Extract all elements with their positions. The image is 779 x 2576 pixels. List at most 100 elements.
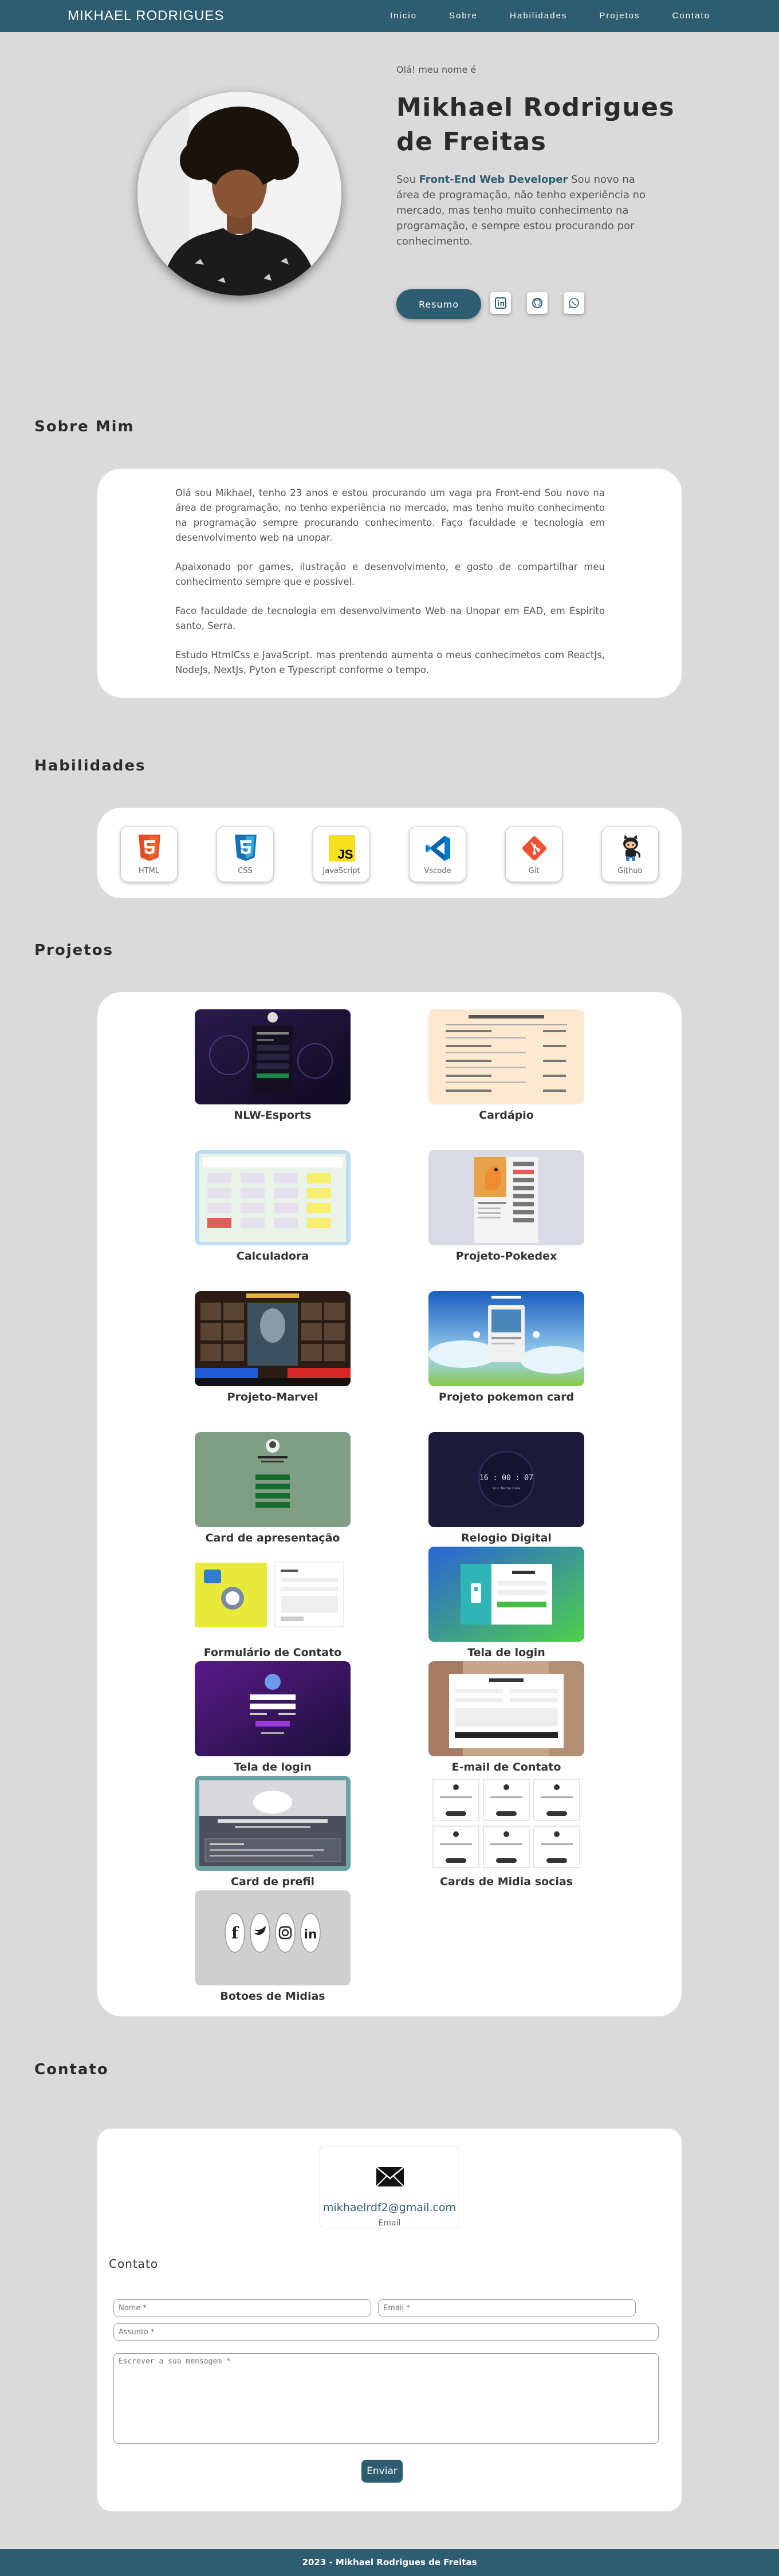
hero-greeting: Olá! meu nome é bbox=[396, 64, 477, 75]
project-thumbnail bbox=[428, 1547, 584, 1642]
svg-text:JS: JS bbox=[338, 847, 353, 862]
about-paragraph: Estudo HtmlCss e JavaScript. mas prenten… bbox=[175, 650, 605, 675]
project-thumbnail bbox=[428, 1661, 584, 1756]
linkedin-icon bbox=[495, 297, 506, 309]
skill-git[interactable]: Git bbox=[505, 826, 562, 882]
project-thumbnail: 16 : 00 : 07 Your Name Here bbox=[428, 1432, 584, 1527]
about-card: Olá sou Mikhael, tenho 23 anos e estou p… bbox=[97, 469, 682, 698]
skill-html[interactable]: HTML bbox=[120, 826, 178, 882]
email-card[interactable]: mikhaelrdf2@gmail.com Email bbox=[320, 2146, 459, 2228]
nav-link-sobre[interactable]: Sobre bbox=[449, 11, 478, 21]
skill-css[interactable]: CSS bbox=[217, 826, 274, 882]
footer: 2023 - Mikhael Rodrigues de Freitas bbox=[0, 2549, 779, 2576]
contact-email-label: Email bbox=[378, 2219, 401, 2228]
send-button[interactable]: Enviar bbox=[361, 2460, 403, 2483]
github-octocat-icon bbox=[623, 835, 640, 861]
skill-label: Github bbox=[617, 867, 643, 875]
project-thumbnail bbox=[428, 1009, 584, 1104]
top-navbar: MIKHAEL RODRIGUES Inicio Sobre Habilidad… bbox=[0, 0, 779, 32]
project-card-pokedex[interactable]: Projeto-Pokedex bbox=[428, 1150, 584, 1263]
resume-button[interactable]: Resumo bbox=[396, 289, 481, 319]
contact-title: Contato bbox=[34, 2061, 109, 2078]
project-title: Projeto-Pokedex bbox=[455, 1250, 557, 1263]
project-title: Card de apresentação bbox=[205, 1532, 340, 1544]
nav-link-contato[interactable]: Contato bbox=[672, 11, 710, 21]
project-card-botoes-midias[interactable]: f in Botoes de Midias bbox=[195, 1890, 351, 2003]
project-thumbnail bbox=[195, 1150, 351, 1245]
whatsapp-icon bbox=[569, 298, 579, 309]
project-thumbnail bbox=[195, 1661, 351, 1756]
project-title: E-mail de Contato bbox=[451, 1761, 561, 1773]
message-field[interactable] bbox=[113, 2353, 659, 2444]
github-icon bbox=[532, 298, 542, 308]
project-title: Tela de login bbox=[467, 1646, 545, 1659]
hero-description: Sou Front-End Web Developer Sou novo na … bbox=[396, 172, 661, 249]
nav-link-habilidades[interactable]: Habilidades bbox=[510, 11, 567, 21]
linkedin-button[interactable] bbox=[490, 292, 511, 314]
project-title: Botoes de Midias bbox=[220, 1990, 325, 2003]
skill-javascript[interactable]: JS JavaScript bbox=[313, 826, 370, 882]
project-card-calculadora[interactable]: Calculadora bbox=[195, 1150, 351, 1263]
project-card-formulario-contato[interactable]: Formulário de Contato bbox=[195, 1547, 351, 1659]
about-paragraph: Apaixonado por games, ilustração e desen… bbox=[175, 561, 605, 587]
skill-label: HTML bbox=[138, 867, 160, 875]
hero-name: Mikhael Rodrigues de Freitas bbox=[396, 93, 675, 156]
nav-link-projetos[interactable]: Projetos bbox=[599, 11, 640, 21]
about-paragraph: Faco faculdade de tecnologia em desenvol… bbox=[175, 605, 605, 631]
project-card-relogio-digital[interactable]: 16 : 00 : 07 Your Name Here Relogio Digi… bbox=[428, 1432, 584, 1544]
skills-title: Habilidades bbox=[34, 757, 146, 774]
skill-label: JavaScript bbox=[322, 867, 360, 875]
project-title: Cards de Midia socias bbox=[440, 1875, 573, 1888]
skill-github[interactable]: Github bbox=[601, 826, 659, 882]
whatsapp-button[interactable] bbox=[564, 292, 584, 314]
project-card-pokemon-card[interactable]: Projeto pokemon card bbox=[428, 1291, 584, 1403]
project-card-card-de-prefil[interactable]: Card de prefil bbox=[195, 1776, 351, 1888]
html5-icon bbox=[139, 835, 160, 861]
hero-desc-highlight: Front-End Web Developer bbox=[419, 174, 568, 186]
nav-link-inicio[interactable]: Inicio bbox=[390, 11, 417, 21]
subject-field[interactable] bbox=[113, 2323, 659, 2341]
project-thumbnail bbox=[428, 1776, 584, 1871]
project-card-midia-socias[interactable]: Cards de Midia socias bbox=[428, 1776, 584, 1888]
project-card-cardapio[interactable]: Cardápio bbox=[428, 1009, 584, 1122]
project-thumbnail bbox=[428, 1150, 584, 1245]
contact-form-title: Contato bbox=[109, 2257, 159, 2271]
site-logo[interactable]: MIKHAEL RODRIGUES bbox=[68, 8, 225, 24]
about-paragraph: Olá sou Mikhael, tenho 23 anos e estou p… bbox=[175, 487, 605, 543]
project-card-tela-login-1[interactable]: Tela de login bbox=[428, 1547, 584, 1659]
project-card-apresentacao[interactable]: Card de apresentação bbox=[195, 1432, 351, 1544]
project-title: Calculadora bbox=[236, 1250, 309, 1263]
name-field[interactable] bbox=[113, 2299, 371, 2317]
project-card-tela-login-2[interactable]: Tela de login bbox=[195, 1661, 351, 1773]
project-card-email-contato[interactable]: E-mail de Contato bbox=[428, 1661, 584, 1773]
project-title: Projeto pokemon card bbox=[438, 1391, 575, 1403]
svg-text:in: in bbox=[304, 1928, 317, 1942]
skill-label: Vscode bbox=[424, 867, 451, 875]
github-button[interactable] bbox=[527, 292, 548, 314]
project-title: Formulário de Contato bbox=[203, 1646, 342, 1659]
envelope-icon bbox=[376, 2166, 404, 2187]
project-title: Cardápio bbox=[479, 1109, 534, 1122]
project-title: Card de prefil bbox=[231, 1875, 314, 1888]
clock-time: 16 : 00 : 07 bbox=[479, 1474, 533, 1482]
project-card-nlw-esports[interactable]: NLW-Esports bbox=[195, 1009, 351, 1122]
git-icon bbox=[522, 836, 546, 860]
projects-title: Projetos bbox=[34, 942, 114, 959]
nav-links: Inicio Sobre Habilidades Projetos Contat… bbox=[390, 11, 710, 21]
project-thumbnail bbox=[195, 1009, 351, 1104]
project-title: Relogio Digital bbox=[461, 1532, 552, 1544]
about-title: Sobre Mim bbox=[34, 418, 135, 435]
projects-card: NLW-Esports Cardápio Calculadora Projeto… bbox=[97, 992, 682, 2016]
project-title: NLW-Esports bbox=[234, 1109, 312, 1122]
contact-email[interactable]: mikhaelrdf2@gmail.com bbox=[320, 2201, 459, 2214]
css3-icon bbox=[235, 835, 257, 861]
svg-text:f: f bbox=[231, 1924, 239, 1942]
project-card-marvel[interactable]: Projeto-Marvel bbox=[195, 1291, 351, 1403]
project-title: Tela de login bbox=[234, 1761, 312, 1773]
skill-vscode[interactable]: Vscode bbox=[409, 826, 466, 882]
project-thumbnail bbox=[195, 1432, 351, 1527]
project-thumbnail bbox=[428, 1291, 584, 1386]
email-field[interactable] bbox=[378, 2299, 636, 2317]
skill-label: CSS bbox=[238, 867, 253, 875]
project-thumbnail: f in bbox=[195, 1890, 351, 1985]
